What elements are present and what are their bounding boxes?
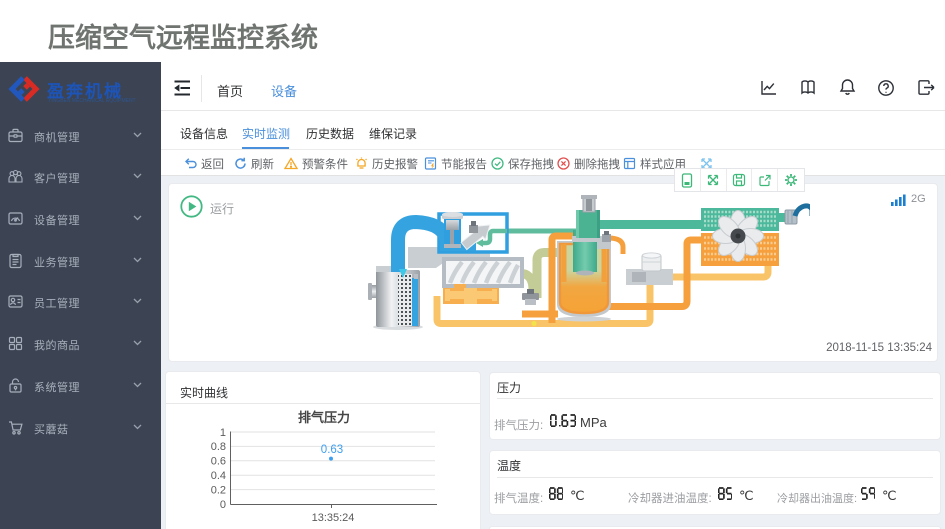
svg-text:排气压力: 排气压力 [298, 410, 350, 425]
svg-text:0: 0 [220, 499, 226, 511]
svg-text:0.63: 0.63 [321, 444, 343, 456]
svg-text:1: 1 [220, 427, 226, 439]
svg-text:0.8: 0.8 [211, 441, 226, 453]
svg-text:0.2: 0.2 [211, 484, 226, 496]
svg-text:0.4: 0.4 [211, 470, 226, 482]
svg-text:13:35:24: 13:35:24 [312, 512, 355, 524]
svg-text:0.6: 0.6 [211, 456, 226, 468]
